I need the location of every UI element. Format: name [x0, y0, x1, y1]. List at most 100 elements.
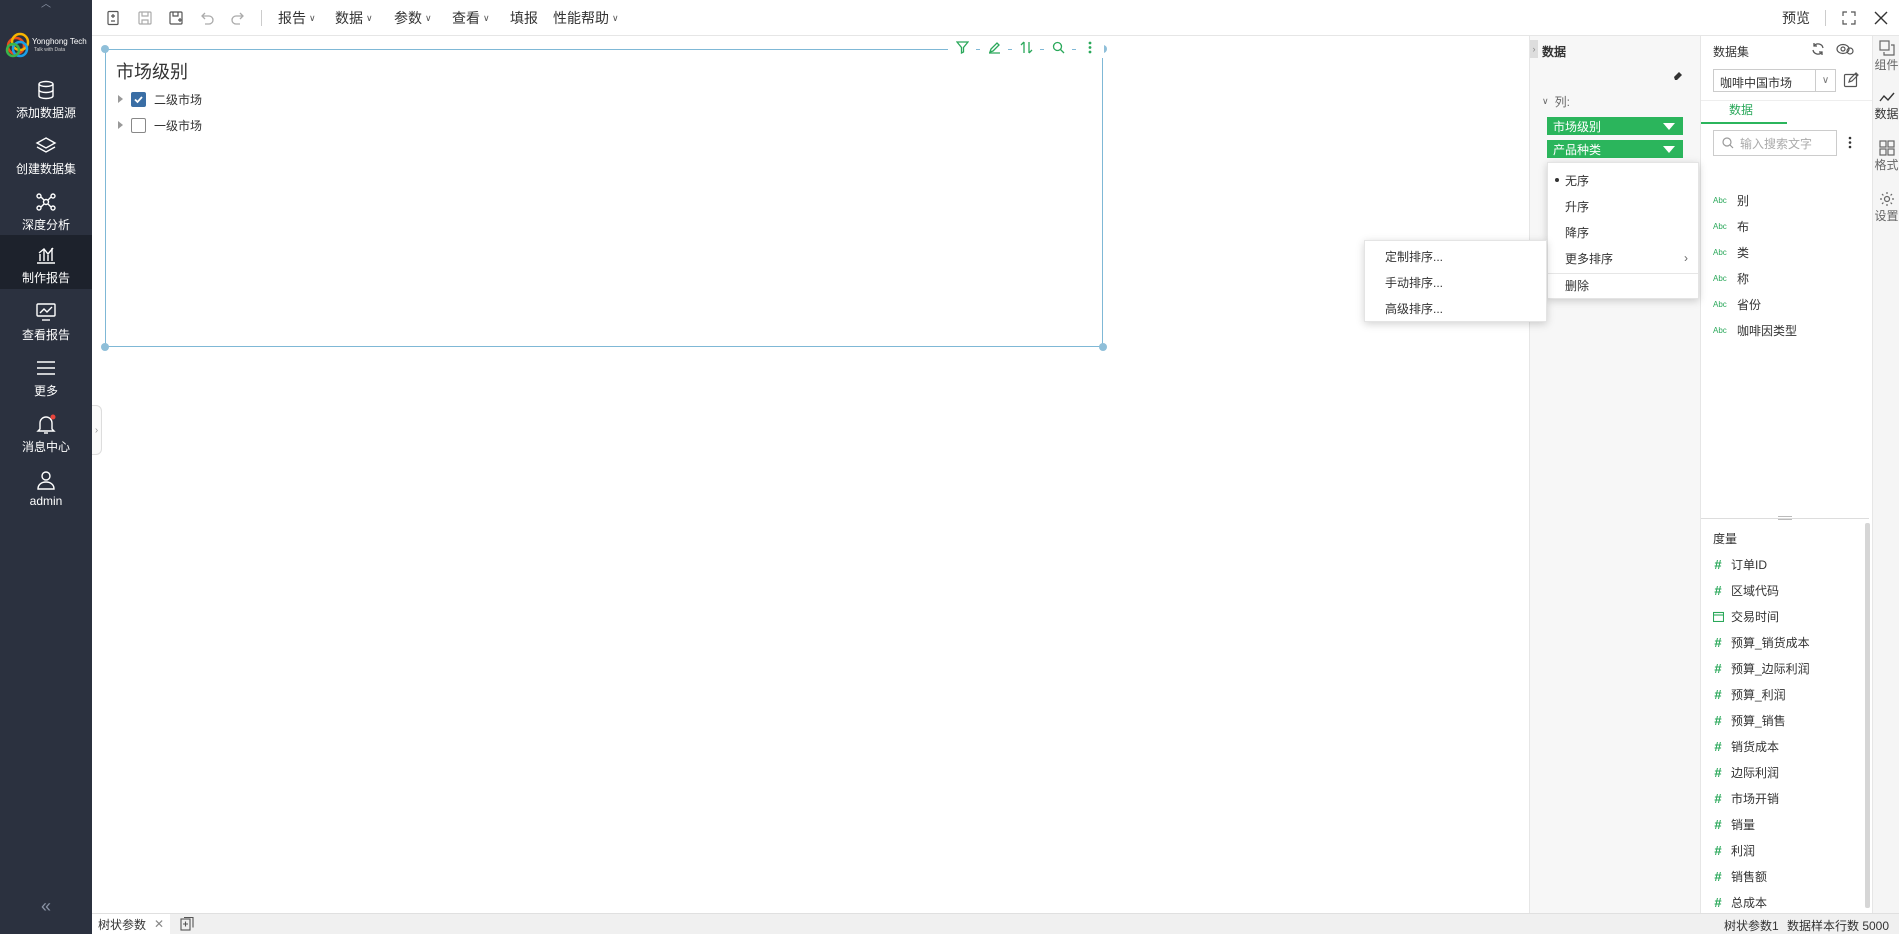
field-item[interactable]: # 销货成本 [1713, 736, 1779, 756]
sheet-tab[interactable]: 树状参数 ✕ [92, 914, 171, 934]
menu-data[interactable]: 数据 ∨ [335, 9, 373, 27]
refresh-icon[interactable] [1811, 42, 1825, 56]
delete-option[interactable]: 删除 [1548, 273, 1698, 297]
dataset-view-icon[interactable] [1836, 42, 1854, 56]
nav-item-add-datasource[interactable]: 添加数据源 [0, 70, 92, 124]
menu-fill[interactable]: 填报 [510, 9, 538, 27]
menu-view[interactable]: 查看 ∨ [452, 9, 490, 27]
tree-item[interactable]: 一级市场 [118, 116, 202, 134]
checkbox-unchecked[interactable] [131, 117, 146, 133]
menu-performance-help[interactable]: 性能帮助 ∨ [553, 9, 619, 27]
search-icon[interactable] [1044, 36, 1072, 58]
menu-report[interactable]: 报告 ∨ [278, 9, 316, 27]
dropdown-arrow-icon[interactable] [1663, 123, 1675, 130]
field-item[interactable]: Abc 类 [1713, 242, 1749, 262]
field-item[interactable]: # 市场开销 [1713, 788, 1779, 808]
nav-item-message-center[interactable]: 消息中心 [0, 404, 92, 458]
redo-icon[interactable] [228, 8, 248, 28]
nav-item-make-report[interactable]: 制作报告 [0, 235, 92, 289]
nav-collapse-up-icon[interactable]: ︿ [0, 0, 92, 12]
field-pill-market-level[interactable]: 市场级别 [1547, 117, 1683, 135]
sort-option-more[interactable]: 更多排序 › [1548, 246, 1698, 270]
bell-icon [33, 412, 59, 436]
more-vertical-icon[interactable] [1848, 136, 1852, 149]
new-report-icon[interactable] [104, 8, 124, 28]
undo-icon[interactable] [197, 8, 217, 28]
field-item[interactable]: 交易时间 [1713, 606, 1779, 626]
nav-item-more[interactable]: 更多 [0, 348, 92, 402]
eraser-icon[interactable] [1672, 69, 1686, 81]
tree-parameter-widget[interactable]: 市场级别 二级市场 一级市场 [105, 49, 1103, 347]
field-item[interactable]: Abc 别 [1713, 190, 1749, 210]
sort-option-descending[interactable]: 降序 [1548, 220, 1698, 244]
rail-item-settings[interactable]: 设置 [1873, 191, 1899, 224]
custom-sort-option[interactable]: 定制排序... [1365, 244, 1546, 268]
dropdown-arrow-icon[interactable] [1663, 146, 1675, 153]
field-label: 市场开销 [1731, 791, 1780, 806]
expand-arrow-icon[interactable] [118, 95, 123, 103]
chevron-down-icon[interactable]: ∨ [1816, 69, 1836, 92]
more-vertical-icon[interactable] [1076, 36, 1104, 58]
field-item[interactable]: # 预算_边际利润 [1713, 658, 1809, 678]
field-item[interactable]: # 预算_利润 [1713, 684, 1785, 704]
field-label: 预算_销货成本 [1731, 635, 1810, 650]
chevron-down-icon: ∨ [612, 12, 619, 23]
nav-item-create-dataset[interactable]: 创建数据集 [0, 126, 92, 180]
tree-item[interactable]: 二级市场 [118, 90, 202, 108]
field-search-input[interactable]: 输入搜索文字 [1713, 130, 1837, 156]
preview-button[interactable]: 预览 [1782, 9, 1810, 27]
new-sheet-icon[interactable] [180, 917, 194, 931]
resize-handle[interactable] [101, 45, 109, 53]
splitter-grip-icon[interactable] [1778, 516, 1792, 520]
close-icon[interactable] [1871, 8, 1891, 28]
resize-handle[interactable] [1099, 343, 1107, 351]
field-item[interactable]: # 销售额 [1713, 866, 1767, 886]
field-item[interactable]: # 预算_销售 [1713, 710, 1785, 730]
filter-icon[interactable] [948, 36, 976, 58]
rail-item-components[interactable]: 组件 [1873, 40, 1899, 73]
edit-dataset-icon[interactable] [1843, 72, 1859, 88]
field-item[interactable]: Abc 咖啡因类型 [1713, 320, 1797, 340]
tab-data[interactable]: 数据 [1729, 101, 1753, 118]
menu-params[interactable]: 参数 ∨ [394, 9, 432, 27]
field-label: 别 [1737, 193, 1750, 208]
sort-option-none[interactable]: 无序 [1548, 168, 1698, 192]
field-item[interactable]: # 边际利润 [1713, 762, 1779, 782]
field-label: 区域代码 [1731, 583, 1780, 598]
fullscreen-icon[interactable] [1839, 8, 1859, 28]
nav-item-view-report[interactable]: 查看报告 [0, 292, 92, 346]
panel-collapse-icon[interactable]: › [1530, 40, 1538, 58]
save-as-icon[interactable] [166, 8, 186, 28]
nav-item-deep-analysis[interactable]: 深度分析 [0, 182, 92, 236]
sort-icon[interactable] [1012, 36, 1040, 58]
rail-item-format[interactable]: 格式 [1873, 140, 1899, 173]
sort-option-ascending[interactable]: 升序 [1548, 194, 1698, 218]
collapse-nav-icon[interactable]: « [0, 896, 92, 917]
expand-panel-tab[interactable]: › [92, 405, 102, 455]
chevron-down-icon: ∨ [483, 12, 490, 23]
field-item[interactable]: # 利润 [1713, 840, 1755, 860]
field-item[interactable]: # 订单ID [1713, 554, 1767, 574]
rail-label: 格式 [1874, 158, 1899, 172]
resize-handle[interactable] [101, 343, 109, 351]
manual-sort-option[interactable]: 手动排序... [1365, 270, 1546, 294]
column-section[interactable]: ∨ 列: [1542, 93, 1570, 110]
field-item[interactable]: # 总成本 [1713, 892, 1767, 912]
advanced-sort-option[interactable]: 高级排序... [1365, 296, 1546, 320]
nav-item-user[interactable]: admin [0, 460, 92, 514]
save-icon[interactable] [135, 8, 155, 28]
field-item[interactable]: # 销量 [1713, 814, 1755, 834]
close-tab-icon[interactable]: ✕ [154, 917, 164, 931]
field-pill-product-type[interactable]: 产品种类 [1547, 140, 1683, 158]
expand-arrow-icon[interactable] [118, 121, 123, 129]
field-item[interactable]: # 区域代码 [1713, 580, 1779, 600]
edit-icon[interactable] [980, 36, 1008, 58]
checkbox-checked[interactable] [131, 91, 146, 107]
dataset-select[interactable]: 咖啡中国市场 [1713, 69, 1816, 92]
field-item[interactable]: # 预算_销货成本 [1713, 632, 1810, 652]
field-item[interactable]: Abc 称 [1713, 268, 1749, 288]
scrollbar[interactable] [1865, 523, 1870, 908]
field-item[interactable]: Abc 省份 [1713, 294, 1761, 314]
rail-item-data[interactable]: 数据 [1873, 91, 1899, 122]
field-item[interactable]: Abc 布 [1713, 216, 1749, 236]
